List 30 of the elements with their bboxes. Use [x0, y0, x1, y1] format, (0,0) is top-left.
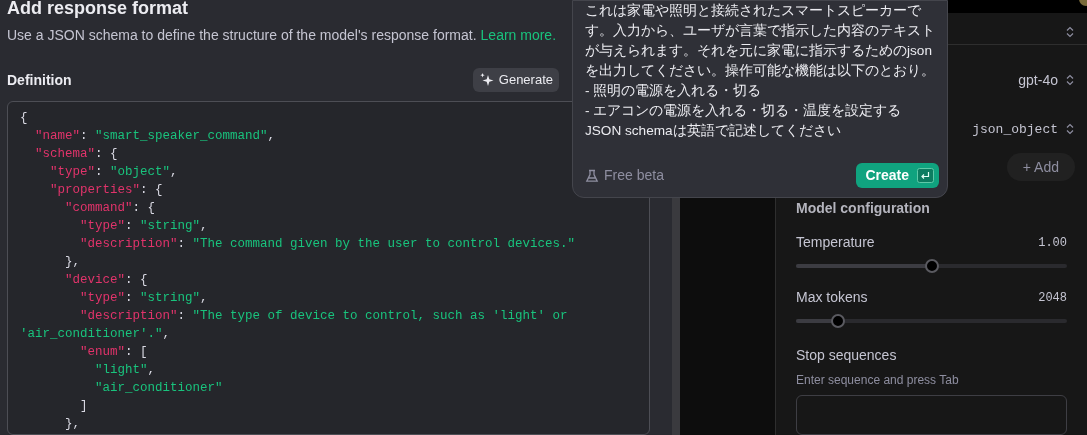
prompt-text: これは家電や照明と接続されたスマートスピーカーで す。入力から、ユーザが言葉で指示した内容のテキスト が与えられます。それを元に家電に指示するためのjson を出力してください。操作可能な機能は以下のとおり。 - 照明の電源を入れる・切る - エアコンの電源を入れる・切る・温度を設定する JSON schemaは英語で記述してください	[585, 2, 935, 140]
code-line: ]	[79, 398, 88, 415]
code-line: "properties": {	[49, 182, 163, 199]
code-line: "device": {	[64, 272, 148, 289]
slider-value: 2048	[1038, 289, 1067, 307]
code-line: {	[20, 110, 28, 127]
code-line: "light",	[94, 362, 156, 379]
dialog-title: Add response format	[7, 0, 189, 17]
code-line: "air_conditioner"	[94, 380, 223, 397]
code-line: "enum": [	[79, 344, 148, 361]
section-title: Model configuration	[796, 199, 931, 218]
code-line: },	[64, 254, 80, 271]
stop-sequences-label: Stop sequences	[796, 346, 898, 365]
code-line: 'air_conditioner'.",	[20, 326, 171, 343]
code-line: "type": "string",	[79, 218, 208, 235]
code-line: "schema": {	[34, 146, 118, 163]
code-line: "type": "object",	[49, 164, 178, 181]
slider-value: 1.00	[1038, 234, 1067, 252]
free-beta-label: Free beta	[604, 166, 664, 185]
code-line: "description": "The command given by the user to control devices."	[79, 236, 576, 253]
code-line: "command": {	[64, 200, 156, 217]
slider-label: Temperature	[796, 233, 875, 252]
code-line: },	[64, 416, 80, 433]
dialog-description: Use a JSON schema to define the structure of the model's response format.	[7, 26, 477, 44]
code-line: "name": "smart_speaker_command",	[34, 128, 276, 145]
definition-label: Definition	[7, 70, 72, 90]
code-line: "description": "The type of device to control, such as 'light' or	[79, 308, 568, 325]
stop-sequences-hint: Enter sequence and press Tab	[796, 372, 960, 389]
code-line: "type": "string",	[79, 290, 208, 307]
slider-label: Max tokens	[796, 288, 868, 307]
